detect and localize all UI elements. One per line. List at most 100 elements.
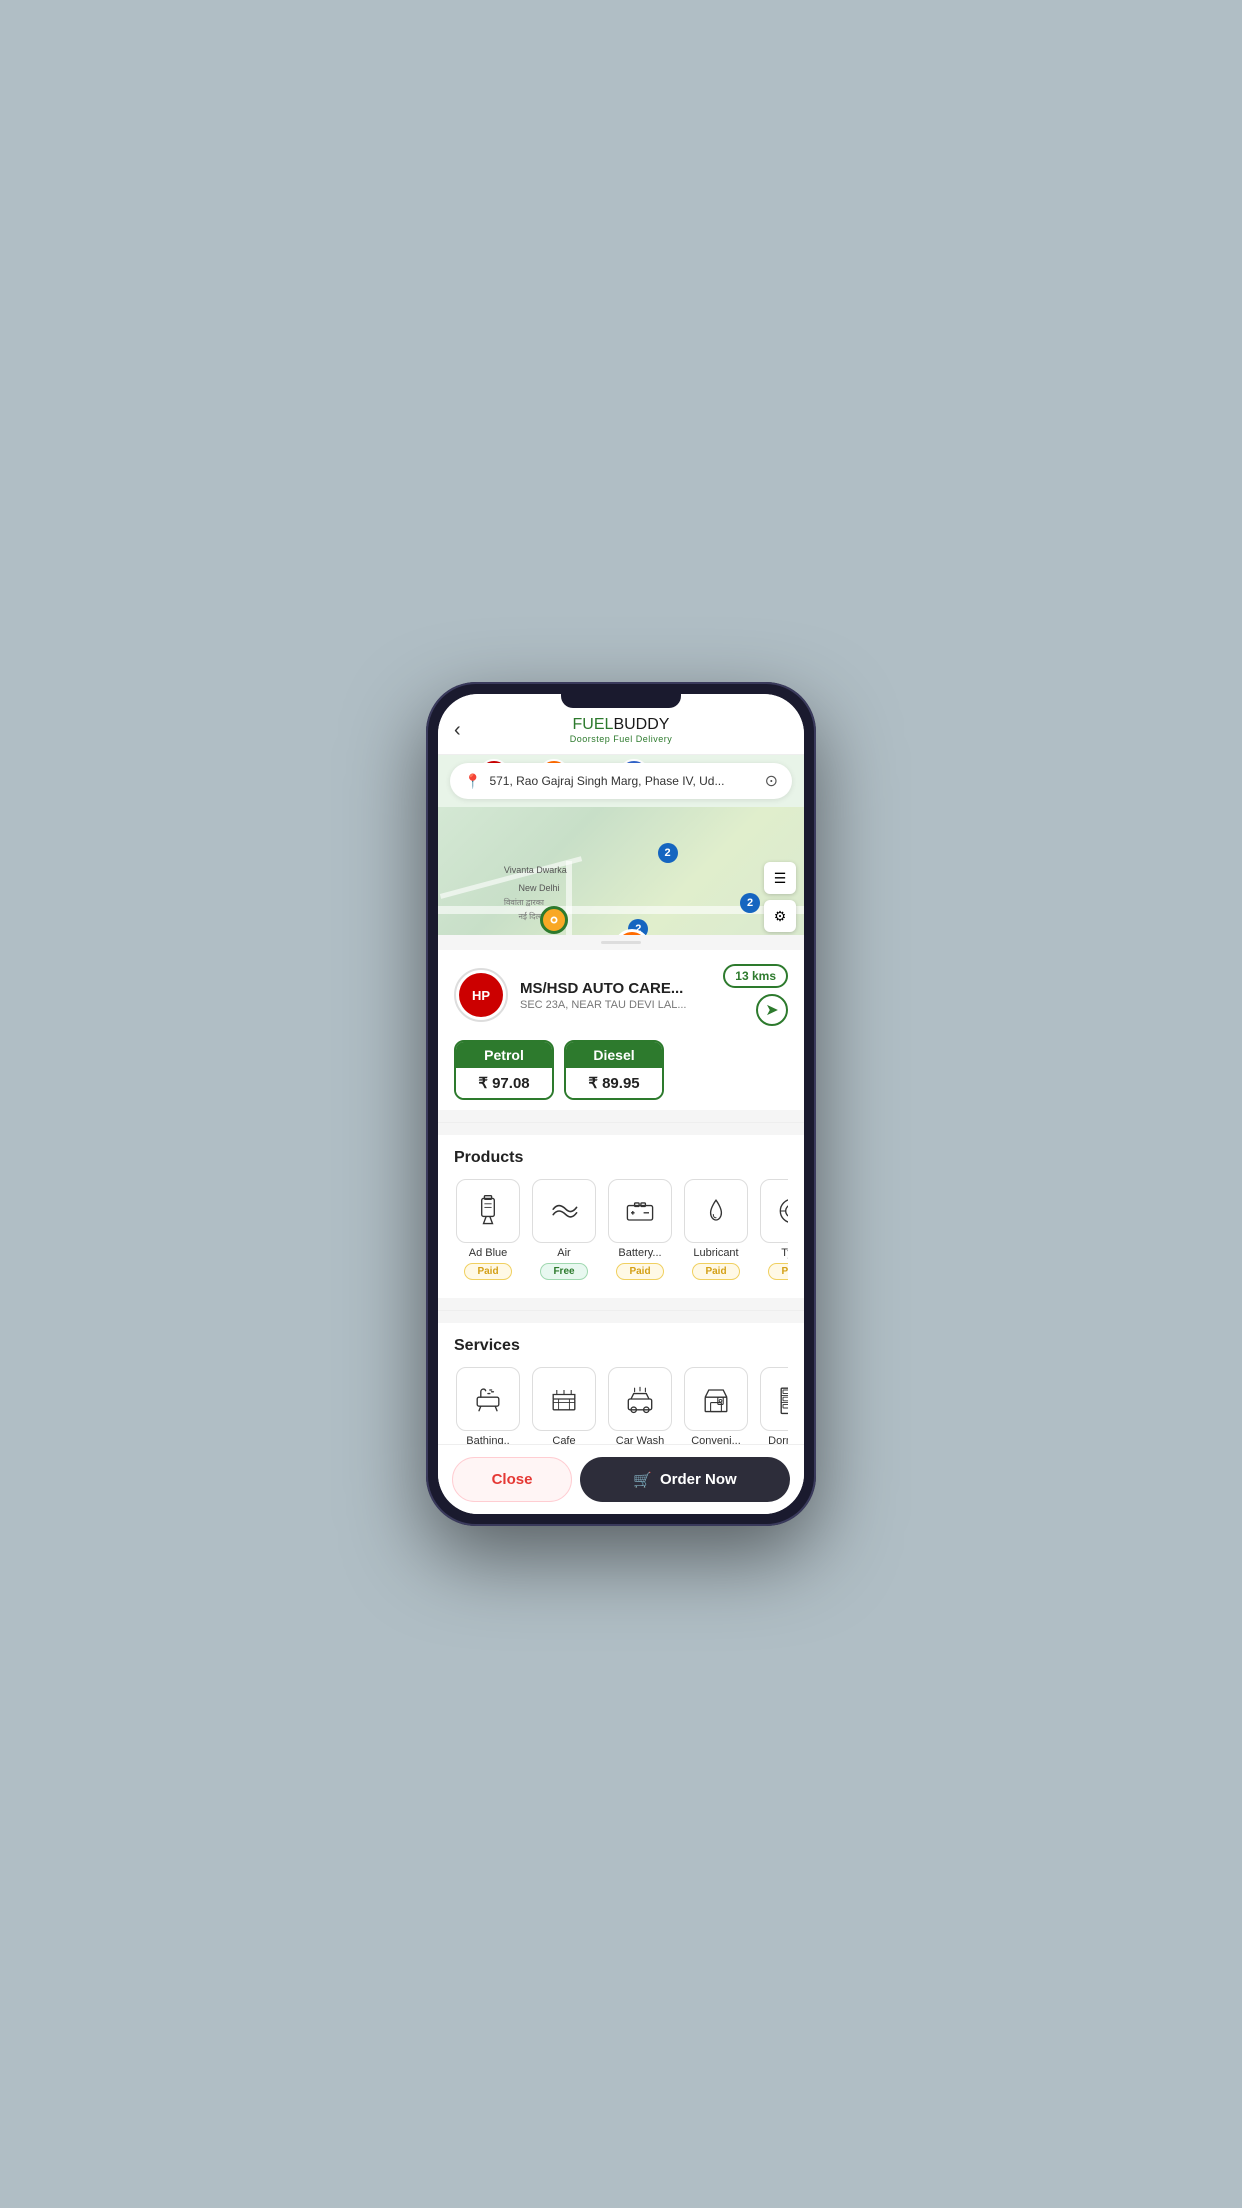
bottom-actions: Close 🛒 Order Now	[438, 1444, 804, 1514]
battery-icon-box	[608, 1179, 672, 1243]
product-tyre[interactable]: Tyre Paid	[758, 1179, 788, 1280]
air-badge: Free	[540, 1263, 587, 1280]
petrol-card: Petrol ₹ 97.08	[454, 1040, 554, 1100]
order-now-label: Order Now	[660, 1471, 737, 1488]
station-info: MS/HSD AUTO CARE... SEC 23A, NEAR TAU DE…	[520, 980, 711, 1011]
battery-name: Battery...	[618, 1247, 661, 1259]
station-logo: HP	[454, 968, 508, 1022]
main-content: HP 🔵 📍 571, Rao Gajraj Singh Marg, Phase…	[438, 755, 804, 1444]
bathing-name: Bathing..	[466, 1435, 509, 1444]
cart-icon: 🛒	[633, 1471, 652, 1489]
product-battery[interactable]: Battery... Paid	[606, 1179, 674, 1280]
services-title: Services	[454, 1337, 788, 1355]
air-icon	[546, 1193, 582, 1229]
petrol-label: Petrol	[456, 1042, 552, 1068]
service-cafe[interactable]: Cafe Free	[530, 1367, 598, 1444]
station-name: MS/HSD AUTO CARE...	[520, 980, 711, 997]
map-background: Vivanta Dwarka New Delhi विवांता द्वारका…	[438, 807, 804, 935]
map-label-newdelhi: New Delhi	[519, 883, 560, 893]
map-label-vivanta: Vivanta Dwarka	[504, 865, 567, 875]
air-name: Air	[557, 1247, 570, 1259]
order-now-button[interactable]: 🛒 Order Now	[580, 1457, 790, 1502]
logo-buddy: BUDDY	[613, 716, 669, 733]
status-bar	[438, 694, 804, 708]
phone-frame: ‹ FUELBUDDY Doorstep Fuel Delivery HP 🔵	[426, 682, 816, 1526]
station-header: HP MS/HSD AUTO CARE... SEC 23A, NEAR TAU…	[454, 964, 788, 1026]
diesel-label: Diesel	[566, 1042, 662, 1068]
convenience-name: Conveni...	[691, 1435, 741, 1444]
carwash-icon-box	[608, 1367, 672, 1431]
air-icon-box	[532, 1179, 596, 1243]
products-section: Products Ad Blu	[438, 1135, 804, 1298]
hp-brand-logo: HP	[459, 973, 503, 1017]
carwash-icon	[622, 1381, 658, 1417]
tyre-icon	[774, 1193, 788, 1229]
fuel-prices: Petrol ₹ 97.08 Diesel ₹ 89.95	[454, 1040, 788, 1100]
tyre-name: Tyre	[781, 1247, 788, 1259]
station-meta: 13 kms ➤	[723, 964, 788, 1026]
lubricant-name: Lubricant	[693, 1247, 738, 1259]
map-list-btn[interactable]: ☰	[764, 862, 796, 894]
logo-tagline: Doorstep Fuel Delivery	[570, 734, 673, 744]
carwash-name: Car Wash	[616, 1435, 665, 1444]
product-adblue[interactable]: Ad Blue Paid	[454, 1179, 522, 1280]
map-section[interactable]: HP 🔵 📍 571, Rao Gajraj Singh Marg, Phase…	[438, 755, 804, 935]
lubricant-icon-box	[684, 1179, 748, 1243]
petrol-price: ₹ 97.08	[456, 1068, 552, 1098]
dormitory-icon-box	[760, 1367, 788, 1431]
service-convenience[interactable]: Conveni... Paid	[682, 1367, 750, 1444]
lubricant-badge: Paid	[692, 1263, 739, 1280]
bathing-icon	[470, 1381, 506, 1417]
adblue-icon-box	[456, 1179, 520, 1243]
station-card: HP MS/HSD AUTO CARE... SEC 23A, NEAR TAU…	[438, 950, 804, 1110]
services-section: Services	[438, 1323, 804, 1444]
notch	[561, 694, 681, 708]
product-lubricant[interactable]: Lubricant Paid	[682, 1179, 750, 1280]
search-bar[interactable]: 📍 571, Rao Gajraj Singh Marg, Phase IV, …	[450, 763, 792, 799]
diesel-card: Diesel ₹ 89.95	[564, 1040, 664, 1100]
map-controls: ☰ ⚙	[764, 862, 796, 932]
divider-1	[438, 1122, 804, 1123]
diesel-price: ₹ 89.95	[566, 1068, 662, 1098]
convenience-icon-box	[684, 1367, 748, 1431]
map-road-diagonal	[440, 857, 583, 900]
map-station-pin[interactable]: ⛽	[614, 929, 650, 935]
service-dormitory[interactable]: Dormito... Free	[758, 1367, 788, 1444]
map-pin-2-top[interactable]: 2	[658, 843, 678, 863]
adblue-name: Ad Blue	[469, 1247, 508, 1259]
phone-screen: ‹ FUELBUDDY Doorstep Fuel Delivery HP 🔵	[438, 694, 804, 1514]
map-label-hindi1: विवांता द्वारका	[504, 897, 544, 908]
dormitory-name: Dormito...	[768, 1435, 788, 1444]
app-logo: FUELBUDDY Doorstep Fuel Delivery	[570, 716, 673, 744]
products-title: Products	[454, 1149, 788, 1167]
location-pin-icon: 📍	[464, 773, 481, 790]
station-address: SEC 23A, NEAR TAU DEVI LAL...	[520, 999, 711, 1011]
adblue-badge: Paid	[464, 1263, 511, 1280]
map-pin-selected[interactable]	[540, 906, 568, 934]
back-button[interactable]: ‹	[454, 719, 461, 742]
service-carwash[interactable]: Car Wash Free	[606, 1367, 674, 1444]
gps-target-icon[interactable]: ⊙	[765, 771, 778, 791]
tyre-icon-box	[760, 1179, 788, 1243]
logo-text: FUELBUDDY	[573, 716, 670, 734]
lubricant-icon	[698, 1193, 734, 1229]
address-text: 571, Rao Gajraj Singh Marg, Phase IV, Ud…	[489, 774, 756, 788]
app-header: ‹ FUELBUDDY Doorstep Fuel Delivery	[438, 708, 804, 755]
cafe-icon	[546, 1381, 582, 1417]
dormitory-icon	[774, 1381, 788, 1417]
map-filter-btn[interactable]: ⚙	[764, 900, 796, 932]
services-grid: Bathing.. Free	[454, 1367, 788, 1444]
distance-badge: 13 kms	[723, 964, 788, 988]
cafe-icon-box	[532, 1367, 596, 1431]
close-button[interactable]: Close	[452, 1457, 572, 1502]
divider-2	[438, 1310, 804, 1311]
tyre-badge: Paid	[768, 1263, 788, 1280]
navigate-icon: ➤	[765, 1000, 778, 1020]
cafe-name: Cafe	[552, 1435, 575, 1444]
service-bathing[interactable]: Bathing.. Free	[454, 1367, 522, 1444]
battery-badge: Paid	[616, 1263, 663, 1280]
battery-icon	[622, 1193, 658, 1229]
navigate-button[interactable]: ➤	[756, 994, 788, 1026]
bathing-icon-box	[456, 1367, 520, 1431]
product-air[interactable]: Air Free	[530, 1179, 598, 1280]
